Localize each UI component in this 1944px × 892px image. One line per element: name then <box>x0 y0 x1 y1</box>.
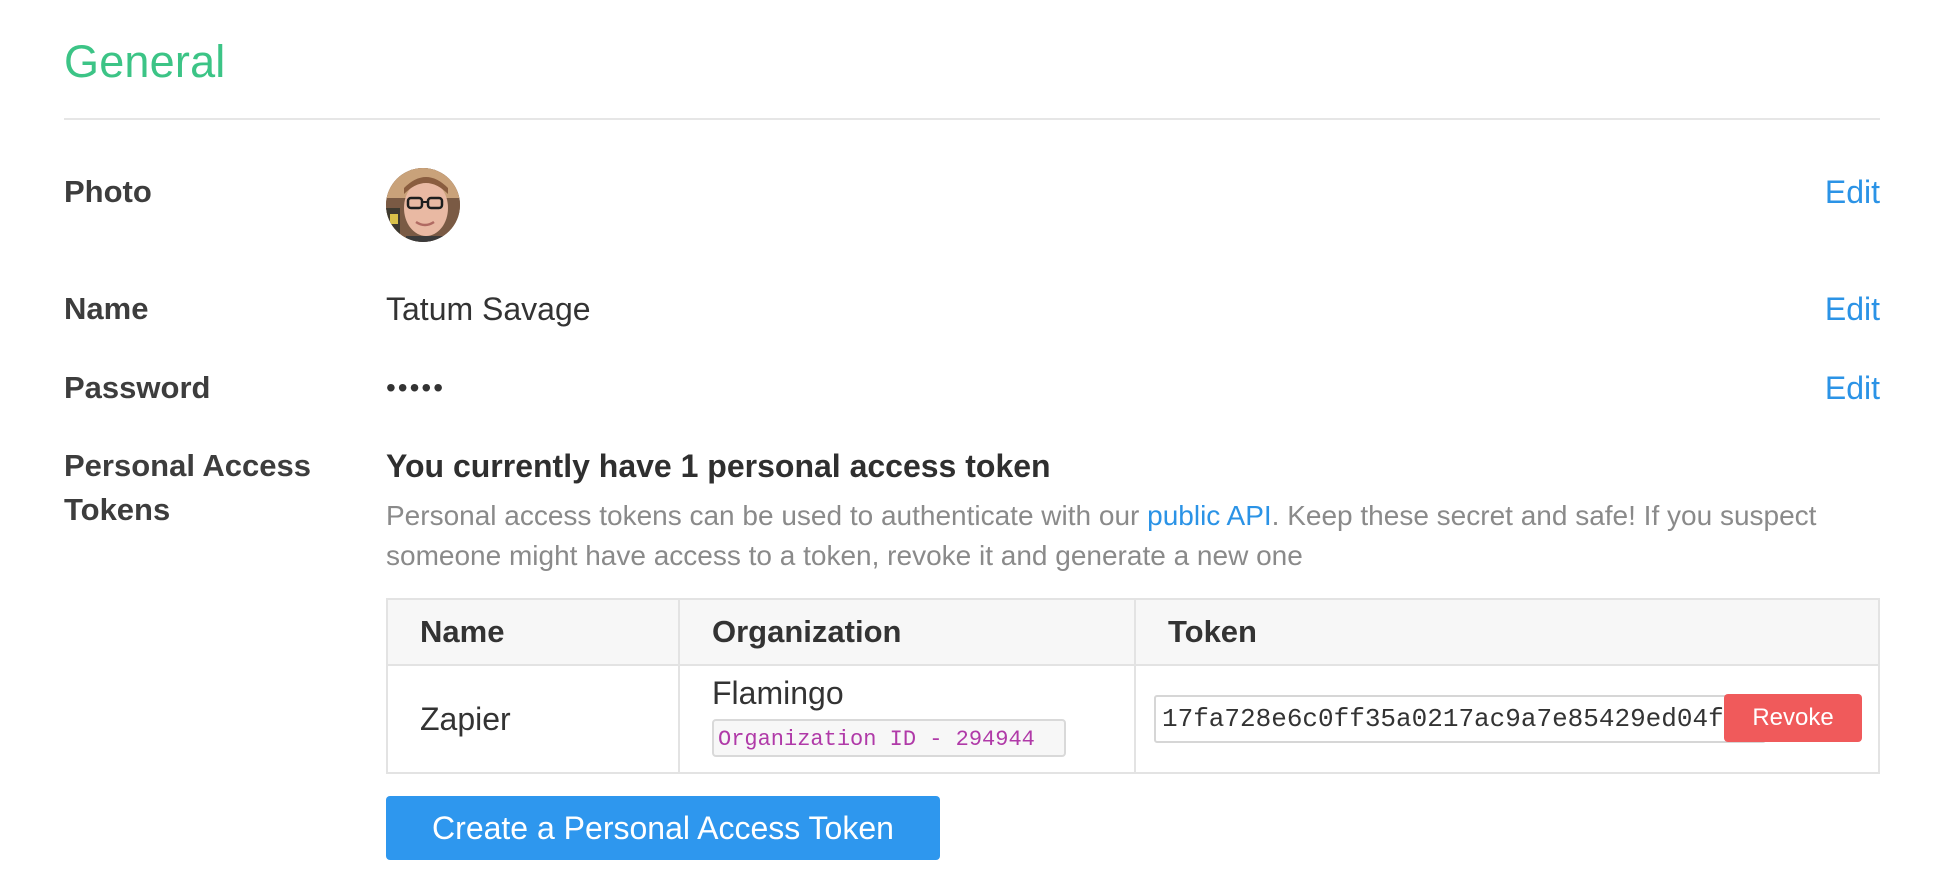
password-edit-link[interactable]: Edit <box>1825 366 1880 410</box>
tokens-heading: You currently have 1 personal access tok… <box>386 448 1051 484</box>
name-label: Name <box>64 291 149 326</box>
column-header-token: Token <box>1134 598 1880 666</box>
name-value: Tatum Savage <box>386 291 591 327</box>
photo-edit-link[interactable]: Edit <box>1825 170 1880 214</box>
tokens-table: Name Organization Token Zapier Flamingo … <box>386 598 1880 774</box>
user-avatar <box>386 168 460 242</box>
column-header-organization: Organization <box>678 598 1136 666</box>
create-token-button[interactable]: Create a Personal Access Token <box>386 796 940 860</box>
token-organization-cell: Flamingo Organization ID - 294944 <box>678 664 1136 774</box>
tokens-description-start: Personal access tokens can be used to au… <box>386 500 1148 531</box>
tokens-label: Personal Access Tokens <box>64 448 312 527</box>
table-row: Zapier Flamingo Organization ID - 294944… <box>386 664 1880 774</box>
tokens-table-header: Name Organization Token <box>386 598 1880 666</box>
tokens-description: Personal access tokens can be used to au… <box>386 496 1866 576</box>
public-api-link[interactable]: public API <box>1147 500 1272 531</box>
password-label: Password <box>64 370 211 405</box>
column-header-name: Name <box>386 598 680 666</box>
token-field[interactable] <box>1154 695 1766 743</box>
photo-label: Photo <box>64 174 152 209</box>
token-value-cell: Revoke <box>1134 664 1880 774</box>
avatar-image <box>386 168 460 242</box>
revoke-button[interactable]: Revoke <box>1724 694 1862 742</box>
section-title: General <box>64 36 226 87</box>
organization-id-badge: Organization ID - 294944 <box>712 719 1066 757</box>
name-edit-link[interactable]: Edit <box>1825 287 1880 331</box>
organization-name: Flamingo <box>712 675 844 711</box>
token-name-cell: Zapier <box>386 664 680 774</box>
password-value: ••••• <box>386 372 446 403</box>
section-divider <box>64 118 1880 120</box>
